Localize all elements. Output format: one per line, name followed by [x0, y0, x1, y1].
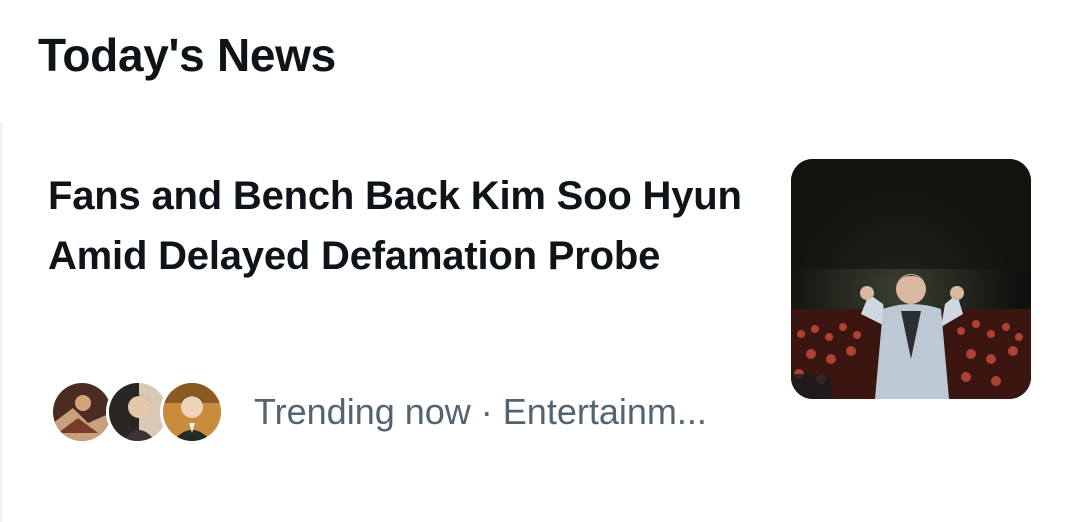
avatar-stack [50, 378, 226, 446]
news-panel: Today's News Fans and Bench Back Kim Soo… [0, 0, 1079, 522]
news-meta: Trending now · Entertainm... [50, 378, 707, 446]
concert-stage-photo-icon [791, 159, 1031, 399]
section-title: Today's News [38, 29, 336, 81]
avatar-photo-1-icon [53, 383, 111, 441]
news-item[interactable]: Fans and Bench Back Kim Soo Hyun Amid De… [2, 124, 1079, 522]
news-headline[interactable]: Fans and Bench Back Kim Soo Hyun Amid De… [48, 166, 748, 286]
avatar-photo-3-icon [163, 383, 221, 441]
avatar [160, 380, 224, 444]
avatar [50, 380, 114, 444]
news-thumbnail[interactable] [791, 159, 1031, 399]
avatar-photo-2-icon [109, 383, 167, 441]
news-meta-text: Trending now · Entertainm... [254, 391, 707, 432]
